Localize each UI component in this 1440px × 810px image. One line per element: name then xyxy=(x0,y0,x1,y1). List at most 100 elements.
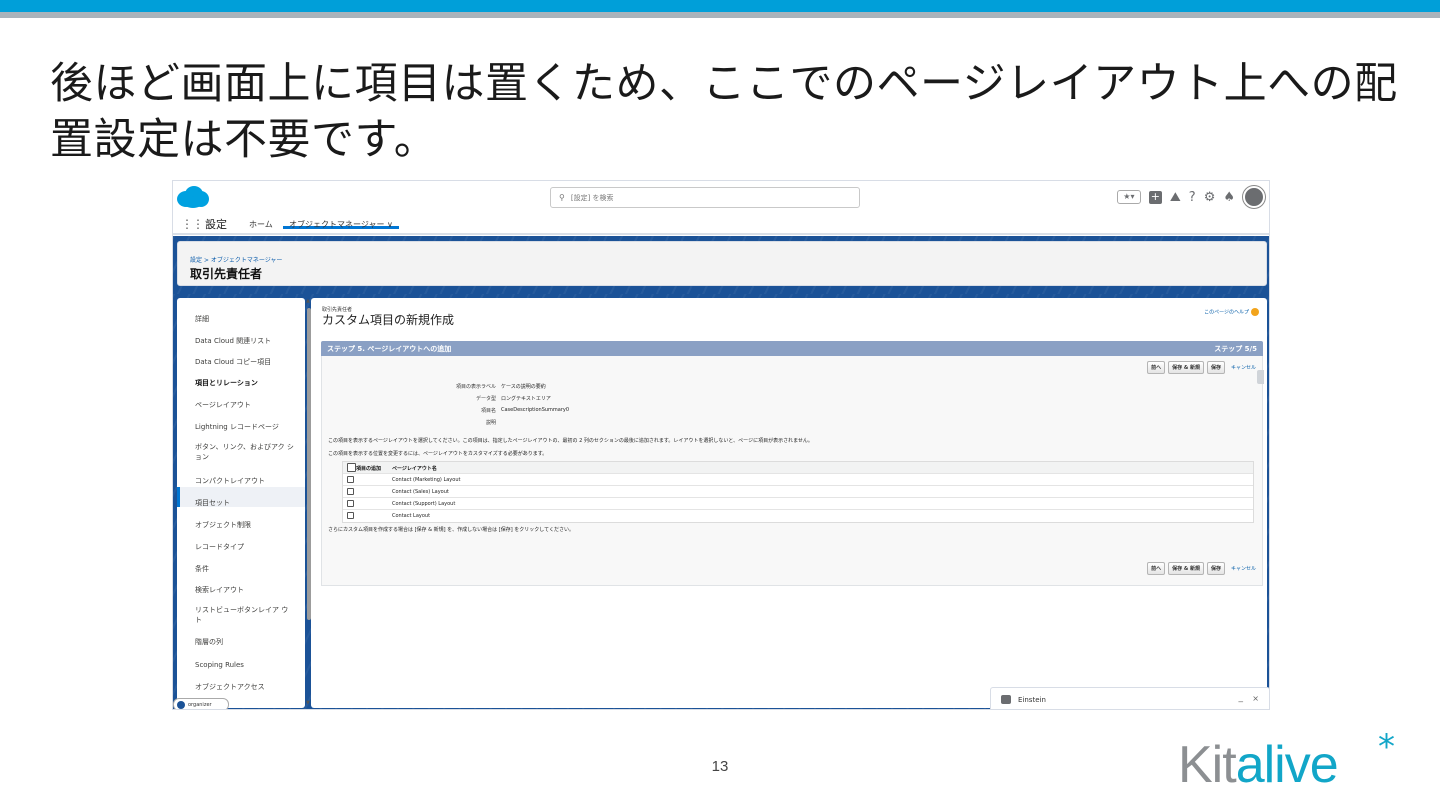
einstein-label: Einstein xyxy=(1018,696,1046,704)
column-header-add-field: 項目の追加 xyxy=(356,466,382,472)
instruction-note-1: この項目を表示するページレイアウトを選択してください。この項目は、指定したページ… xyxy=(328,438,813,444)
layout-checkbox[interactable] xyxy=(347,476,354,483)
sidebar-item-data-cloud-copy-fields[interactable]: Data Cloud コピー項目 xyxy=(195,357,295,367)
bottom-button-row: 前へ 保存 & 新規 保存 キャンセル xyxy=(1147,562,1256,575)
layout-name: Contact Layout xyxy=(392,513,431,519)
save-button[interactable]: 保存 xyxy=(1206,361,1225,374)
cancel-link-bottom[interactable]: キャンセル xyxy=(1231,565,1256,572)
sidebar-item-search-layouts[interactable]: 検索レイアウト xyxy=(195,585,295,595)
trailhead-icon[interactable]: ⛰ xyxy=(1170,190,1181,205)
global-search-input[interactable]: ⚲ [設定] を検索 xyxy=(550,187,860,208)
field-value-field-name: CaseDescriptionSummary0 xyxy=(501,407,570,413)
top-grey-band xyxy=(0,12,1440,18)
close-icon[interactable]: × xyxy=(1252,694,1259,703)
top-accent-band xyxy=(0,0,1440,12)
search-placeholder: [設定] を検索 xyxy=(570,194,614,202)
page-title: カスタム項目の新規作成 xyxy=(322,313,455,327)
field-label-data-type: データ型 xyxy=(475,396,496,402)
logo-alive: alive xyxy=(1235,736,1339,794)
table-row: Contact Layout xyxy=(343,510,1253,522)
field-label-display-label: 項目の表示ラベル xyxy=(455,384,496,390)
sidebar-item-list-view-button-layout[interactable]: リストビューボタンレイア ウト xyxy=(195,605,295,625)
select-all-checkbox[interactable] xyxy=(347,463,356,472)
side-collapse-tab[interactable] xyxy=(1257,370,1264,384)
sidebar-item-conditions[interactable]: 条件 xyxy=(195,564,295,574)
kitalive-logo: Kitalive * xyxy=(1178,727,1428,797)
breadcrumb[interactable]: 設定 > オブジェクトマネージャー xyxy=(190,255,282,264)
help-link[interactable]: このページのヘルプ xyxy=(1204,308,1259,316)
setup-gear-icon[interactable]: ⚙ xyxy=(1204,190,1216,205)
step-number: ステップ 5/5 xyxy=(1214,345,1257,353)
layout-checkbox[interactable] xyxy=(347,500,354,507)
einstein-icon xyxy=(1001,695,1011,704)
tab-object-manager[interactable]: オブジェクトマネージャー ∨ xyxy=(283,213,399,229)
global-actions-plus-icon[interactable]: + xyxy=(1148,190,1162,204)
page-layout-table: 項目の追加 ページレイアウト名 Contact (Marketing) Layo… xyxy=(342,461,1254,523)
scroll-up-arrow-icon[interactable]: ▲ xyxy=(306,298,310,304)
logo-star-icon: * xyxy=(1378,727,1395,767)
field-value-data-type: ロングテキストエリア xyxy=(501,396,551,402)
organizer-icon xyxy=(177,701,185,709)
instruction-note-3: さらにカスタム項目を作成する場合は [保存 & 新規] を、作成しない場合は [… xyxy=(328,527,574,533)
sidebar-item-scoping-rules[interactable]: Scoping Rules xyxy=(195,660,295,670)
organizer-button[interactable]: organizer xyxy=(173,698,229,709)
table-row: Contact (Marketing) Layout xyxy=(343,474,1253,486)
help-icon[interactable] xyxy=(1251,308,1259,316)
logo-kit: Kit xyxy=(1178,736,1237,794)
sidebar-item-data-cloud-related-lists[interactable]: Data Cloud 関連リスト xyxy=(195,336,295,346)
sidebar-item-lightning-record-pages[interactable]: Lightning レコードページ xyxy=(195,422,295,432)
app-nav-bar: ⋮⋮⋮ 設定 ホーム オブジェクトマネージャー ∨ xyxy=(173,213,1269,235)
sidebar-item-page-layouts[interactable]: ページレイアウト xyxy=(195,400,295,410)
global-header: ⚲ [設定] を検索 ★▾ + ⛰ ? ⚙ ♠ xyxy=(173,181,1269,213)
previous-button[interactable]: 前へ xyxy=(1147,361,1166,374)
einstein-panel[interactable]: Einstein _ × xyxy=(990,687,1269,709)
notifications-bell-icon[interactable]: ♠ xyxy=(1223,190,1235,205)
help-question-icon[interactable]: ? xyxy=(1189,190,1196,205)
heading-line-2: 置設定は不要です。 xyxy=(50,115,438,165)
salesforce-screenshot: ⚲ [設定] を検索 ★▾ + ⛰ ? ⚙ ♠ ⋮⋮⋮ 設定 ホーム オブジェクト… xyxy=(172,180,1270,710)
layout-name: Contact (Marketing) Layout xyxy=(392,477,461,483)
step-title: ステップ 5. ページレイアウトへの追加 xyxy=(327,345,452,353)
field-value-display-label: ケースの説明の要約 xyxy=(501,384,546,390)
user-avatar[interactable] xyxy=(1243,186,1265,208)
save-new-button[interactable]: 保存 & 新規 xyxy=(1168,361,1204,374)
page-number: 13 xyxy=(711,758,729,775)
sidebar-item-compact-layouts[interactable]: コンパクトレイアウト xyxy=(195,476,295,486)
instruction-note-2: この項目を表示する位置を変更するには、ページレイアウトをカスタマイズする必要があ… xyxy=(328,451,548,457)
favorites-star-icon[interactable]: ★▾ xyxy=(1116,190,1141,204)
layout-name: Contact (Support) Layout xyxy=(392,501,456,507)
logo-wordmark: Kitalive xyxy=(1178,733,1339,797)
entity-title: 取引先責任者 xyxy=(190,267,263,281)
object-page-header: 設定 > オブジェクトマネージャー 取引先責任者 xyxy=(177,241,1267,286)
minimize-icon[interactable]: _ xyxy=(1239,693,1244,703)
sidebar-item-object-limits[interactable]: オブジェクト制限 xyxy=(195,520,295,530)
sidebar-item-details[interactable]: 詳細 xyxy=(195,314,295,324)
step-body: 前へ 保存 & 新規 保存 キャンセル 項目の表示ラベル ケースの説明の要約 デ… xyxy=(321,356,1264,586)
save-button-bottom[interactable]: 保存 xyxy=(1206,562,1225,575)
scroll-down-arrow-icon[interactable]: ▼ xyxy=(306,700,310,706)
layout-name: Contact (Sales) Layout xyxy=(392,489,449,495)
main-content: 取引先責任者 カスタム項目の新規作成 このページのヘルプ ステップ 5. ページ… xyxy=(311,298,1267,708)
help-link-text[interactable]: このページのヘルプ xyxy=(1204,310,1249,316)
layout-checkbox[interactable] xyxy=(347,488,354,495)
search-icon: ⚲ xyxy=(559,193,565,202)
layout-checkbox[interactable] xyxy=(347,512,354,519)
sidebar-item-object-access[interactable]: オブジェクトアクセス xyxy=(195,682,295,692)
save-new-button-bottom[interactable]: 保存 & 新規 xyxy=(1168,562,1204,575)
header-icons: ★▾ + ⛰ ? ⚙ ♠ xyxy=(1116,186,1265,208)
previous-button-bottom[interactable]: 前へ xyxy=(1147,562,1166,575)
table-header: 項目の追加 ページレイアウト名 xyxy=(343,462,1253,474)
sidebar-item-fields-relationships[interactable]: 項目とリレーション xyxy=(195,378,295,388)
tab-home[interactable]: ホーム xyxy=(249,219,273,230)
field-label-description: 説明 xyxy=(485,420,496,426)
salesforce-cloud-icon[interactable] xyxy=(176,185,210,209)
sidebar-item-buttons-links-actions[interactable]: ボタン、リンク、およびアク ション xyxy=(195,442,295,462)
organizer-label: organizer xyxy=(188,702,212,708)
app-name: 設定 xyxy=(205,218,227,231)
heading-line-1: 後ほど画面上に項目は置くため、ここでのページレイアウト上への配 xyxy=(50,59,1398,109)
sidebar-item-record-types[interactable]: レコードタイプ xyxy=(195,542,295,552)
sidebar-item-field-sets[interactable]: 項目セット xyxy=(195,498,295,508)
column-header-layout-name: ページレイアウト名 xyxy=(392,466,437,472)
cancel-link[interactable]: キャンセル xyxy=(1231,364,1256,371)
sidebar-item-hierarchy-columns[interactable]: 階層の列 xyxy=(195,637,295,647)
